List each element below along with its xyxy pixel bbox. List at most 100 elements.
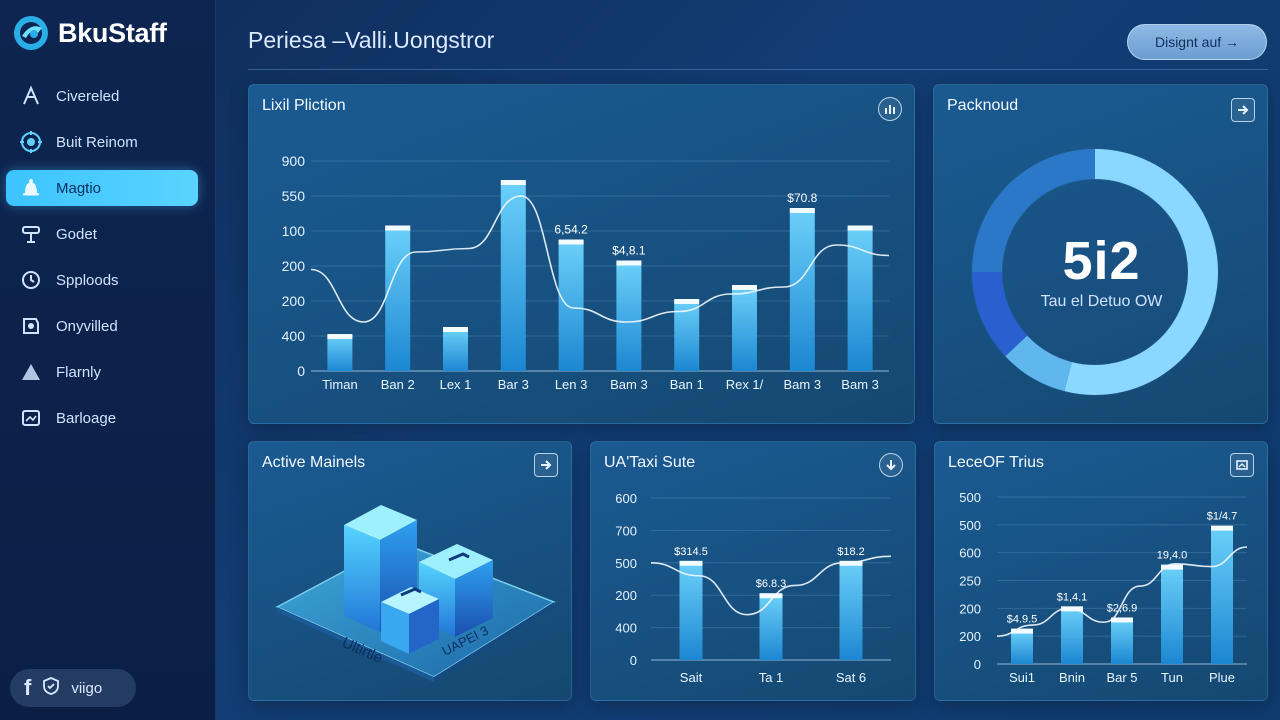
sidebar-item-label: Buit Reinom xyxy=(56,133,138,151)
target-icon xyxy=(18,129,44,155)
main-chart-card: Lixil Pliction 0 400 200 200 100 550 900 Timan B… xyxy=(248,84,915,424)
active-mainels-card: Active Mainels Ultirtle UAPEI 3 xyxy=(248,441,572,701)
y-tick-label: 200 xyxy=(959,629,981,644)
data-label: $2,6.9 xyxy=(1107,602,1138,614)
x-tick-label: Ban 1 xyxy=(670,377,704,392)
sidebar-item-magtio[interactable]: Magtio xyxy=(6,170,198,206)
x-tick-label: Plue xyxy=(1209,670,1235,685)
sidebar-item-spploods[interactable]: Spploods xyxy=(6,262,198,298)
shield-icon xyxy=(18,313,44,339)
letter-a-icon xyxy=(18,83,44,109)
taxi-chart-card: UA'Taxi Sute 0 400 200 500 700 600 Sait Ta 1 Sat… xyxy=(590,441,916,701)
x-tick-label: Bam 3 xyxy=(610,377,648,392)
x-tick-label: Sui1 xyxy=(1009,670,1035,685)
isometric-blocks-illustration: Ultirtle UAPEI 3 xyxy=(275,505,556,682)
chart-bar-cap xyxy=(679,560,703,566)
chart-bar-cap xyxy=(789,208,815,213)
app-name: BkuStaff xyxy=(58,17,167,48)
design-button[interactable]: Disignt auf → xyxy=(1127,24,1267,60)
y-tick-label: 200 xyxy=(615,588,637,603)
sidebar-item-barloage[interactable]: Barloage xyxy=(6,400,198,436)
sidebar-item-godet[interactable]: Godet xyxy=(6,216,198,252)
chart-bar xyxy=(327,336,353,371)
sidebar-item-flarnly[interactable]: Flarnly xyxy=(6,354,198,390)
y-tick-label: 500 xyxy=(615,556,637,571)
data-label: $4.9.5 xyxy=(1007,614,1038,626)
trius-chart-card: LeceOF Trius 0 200 200 250 600 500 500 Sui1 Bnin… xyxy=(934,441,1268,701)
data-label: $1/4.7 xyxy=(1207,511,1238,523)
x-tick-label: Tun xyxy=(1161,670,1183,685)
y-tick-label: 0 xyxy=(630,653,637,668)
chart-bar-cap xyxy=(443,327,468,332)
sidebar-item-label: Onyvilled xyxy=(56,317,118,335)
header-divider xyxy=(248,69,1268,70)
x-tick-label: Bnin xyxy=(1059,670,1085,685)
image-icon xyxy=(18,405,44,431)
sidebar-item-onyvilled[interactable]: Onyvilled xyxy=(6,308,198,344)
app-logo[interactable]: BkuStaff xyxy=(12,14,167,52)
social-bar[interactable]: f viigo xyxy=(10,669,136,707)
data-label: $18.2 xyxy=(837,546,865,558)
y-tick-label: 700 xyxy=(615,523,637,538)
y-tick-label: 400 xyxy=(615,621,637,636)
y-tick-label: 600 xyxy=(959,546,981,561)
main-bar-chart: 0 400 200 200 100 550 900 Timan Ban 2 Lex 1 Bar 3 L… xyxy=(282,153,890,392)
logo-icon xyxy=(12,14,50,52)
chart-bar xyxy=(759,595,783,660)
y-tick-label: 0 xyxy=(974,657,981,672)
chart-bar-cap xyxy=(759,593,783,599)
sidebar-item-label: Barloage xyxy=(56,409,117,427)
chart-bar xyxy=(443,329,468,371)
x-tick-label: Bam 3 xyxy=(841,377,879,392)
chart-bar-cap xyxy=(732,285,757,290)
chart-bar xyxy=(732,287,757,371)
bell-icon xyxy=(18,175,44,201)
data-label: $1,4.1 xyxy=(1057,591,1088,603)
y-tick-label: 550 xyxy=(282,188,306,204)
sidebar-item-label: Spploods xyxy=(56,271,119,289)
x-tick-label: Bar 5 xyxy=(1106,670,1137,685)
y-tick-label: 600 xyxy=(615,491,637,506)
chart-bar-cap xyxy=(327,334,353,339)
sidebar-item-buit-reinom[interactable]: Buit Reinom xyxy=(6,124,198,160)
sidebar-item-label: Godet xyxy=(56,225,97,243)
sidebar-item-civereled[interactable]: Civereled xyxy=(6,78,198,114)
y-tick-label: 500 xyxy=(959,518,981,533)
data-label: 19,4.0 xyxy=(1157,550,1188,562)
chart-bar xyxy=(679,562,703,660)
y-tick-label: 400 xyxy=(282,328,306,344)
chart-bar-cap xyxy=(1211,525,1233,531)
x-tick-label: Sait xyxy=(680,670,703,685)
data-label: $314.5 xyxy=(674,546,708,558)
data-label: $70.8 xyxy=(787,191,817,205)
triangle-icon xyxy=(18,359,44,385)
sidebar-nav: Civereled Buit Reinom Magtio Godet Spplo… xyxy=(6,78,198,446)
page-title: Periesa –Valli.Uongstror xyxy=(248,27,495,53)
data-label: 6,54.2 xyxy=(554,223,588,237)
x-tick-label: Lex 1 xyxy=(440,377,472,392)
sidebar-item-label: Civereled xyxy=(56,87,120,105)
chart-bar-cap xyxy=(616,260,642,266)
chart-bar xyxy=(385,227,411,371)
chart-bar-cap xyxy=(558,239,584,245)
y-tick-label: 900 xyxy=(282,153,306,169)
data-label: $6.8.3 xyxy=(756,578,787,590)
x-tick-label: Bam 3 xyxy=(784,377,822,392)
taxi-bar-chart: 0 400 200 500 700 600 Sait Ta 1 Sat 6 $314.5 $6.8.… xyxy=(615,491,892,685)
chart-bar xyxy=(1111,619,1133,664)
chart-bar xyxy=(500,182,526,371)
sidebar: BkuStaff Civereled Buit Reinom Magtio Go… xyxy=(0,0,216,720)
shield-check-icon[interactable] xyxy=(41,676,61,700)
x-tick-label: Ta 1 xyxy=(759,670,784,685)
sidebar-item-label: Magtio xyxy=(56,179,102,197)
chart-bar xyxy=(1011,630,1033,664)
x-tick-label: Len 3 xyxy=(555,377,588,392)
facebook-icon[interactable]: f xyxy=(24,675,31,701)
x-tick-label: Rex 1/ xyxy=(726,377,764,392)
donut-value: 5i2 xyxy=(1062,231,1141,291)
y-tick-label: 250 xyxy=(959,574,981,589)
y-tick-label: 0 xyxy=(297,363,305,379)
chart-bar-cap xyxy=(385,225,411,231)
data-label: $4,8.1 xyxy=(612,244,646,258)
x-tick-label: Bar 3 xyxy=(498,377,529,392)
